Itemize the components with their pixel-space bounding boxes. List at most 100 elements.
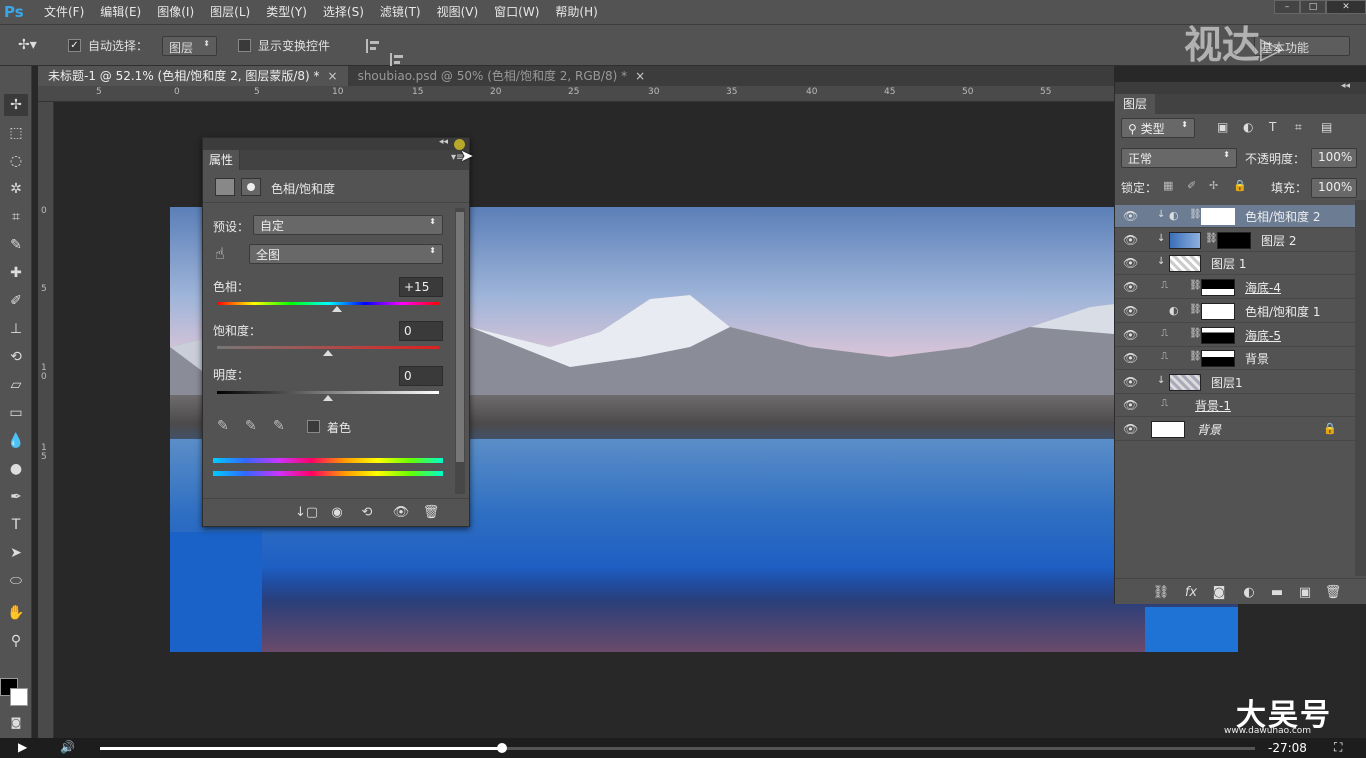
eyedropper-plus-icon[interactable]: ✎ — [245, 418, 257, 434]
lock-position-icon[interactable]: ✢ — [1209, 179, 1218, 192]
panel-titlebar[interactable]: ◂◂ — [203, 137, 469, 150]
mask-icon[interactable] — [241, 178, 261, 196]
adjustment-icon[interactable] — [215, 178, 235, 196]
lightness-slider[interactable] — [217, 391, 439, 394]
hand-tool-icon[interactable]: ✋ — [4, 602, 28, 624]
menu-help[interactable]: 帮助(H) — [547, 0, 605, 24]
layer-style-fx-icon[interactable]: fx — [1181, 585, 1201, 601]
new-group-folder-icon[interactable]: ▬ — [1267, 585, 1287, 601]
auto-select-dropdown[interactable]: 图层 ⬍ — [162, 36, 217, 56]
mask-thumbnail[interactable] — [1201, 279, 1235, 296]
targeted-adjust-hand-icon[interactable]: ☝ — [215, 244, 225, 263]
path-selection-tool-icon[interactable]: ➤ — [4, 542, 28, 564]
visibility-eye-icon[interactable]: 👁 — [1123, 234, 1139, 246]
play-icon[interactable]: ▶ — [18, 740, 27, 754]
layers-tab[interactable]: 图层 — [1115, 94, 1156, 114]
magic-wand-tool-icon[interactable]: ✲ — [4, 178, 28, 200]
eraser-tool-icon[interactable]: ▱ — [4, 374, 28, 396]
show-transform-checkbox[interactable] — [238, 38, 251, 52]
lock-transparent-icon[interactable]: ▦ — [1163, 179, 1173, 192]
filter-shape-icon[interactable]: ⌗ — [1295, 120, 1302, 135]
mask-thumbnail[interactable] — [1201, 350, 1235, 367]
move-tool-icon[interactable]: ✢ — [4, 94, 28, 116]
layer-name[interactable]: 图层 1 — [1211, 255, 1246, 272]
visibility-eye-icon[interactable]: 👁 — [391, 505, 411, 521]
dodge-tool-icon[interactable]: ● — [4, 458, 28, 480]
clip-to-layer-icon[interactable]: ↓▢ — [295, 505, 318, 521]
hue-slider-knob[interactable] — [332, 306, 343, 312]
visibility-eye-icon[interactable]: 👁 — [1123, 423, 1139, 435]
doc-tab-shoubiao[interactable]: shoubiao.psd @ 50% (色相/饱和度 2, RGB/8) * × — [348, 66, 656, 86]
link-layers-icon[interactable]: ⛓ — [1151, 585, 1171, 601]
clone-stamp-tool-icon[interactable]: ⊥ — [4, 318, 28, 340]
move-tool-icon[interactable]: ✢▾ — [18, 37, 37, 53]
menu-edit[interactable]: 编辑(E) — [92, 0, 149, 24]
auto-select-checkbox[interactable]: ✓ — [68, 38, 81, 52]
marquee-tool-icon[interactable]: ⬚ — [4, 122, 28, 144]
collapse-icon[interactable]: ◂◂ — [439, 137, 448, 147]
visibility-eye-icon[interactable]: 👁 — [1123, 210, 1139, 222]
mask-thumbnail[interactable] — [1217, 232, 1251, 249]
visibility-eye-icon[interactable]: 👁 — [1123, 399, 1139, 411]
minimize-button[interactable]: – — [1274, 0, 1300, 14]
background-color-swatch[interactable] — [10, 688, 28, 706]
volume-icon[interactable]: 🔊 — [60, 740, 75, 754]
layer-row[interactable]: 👁 ⎍ ⛓ 海底-4 — [1115, 276, 1355, 299]
lock-all-icon[interactable]: 🔒 — [1233, 179, 1247, 192]
align-top-icon[interactable] — [366, 39, 382, 53]
saturation-value-input[interactable]: 0 — [399, 321, 443, 341]
colorize-checkbox[interactable] — [307, 420, 320, 433]
layer-name[interactable]: 背景 — [1197, 421, 1221, 438]
layer-name[interactable]: 图层1 — [1211, 374, 1243, 391]
shape-tool-icon[interactable]: ⬭ — [4, 570, 28, 592]
range-dropdown[interactable]: 全图 ⬍ — [249, 244, 443, 264]
mask-thumbnail[interactable] — [1201, 327, 1235, 344]
filter-pixel-icon[interactable]: ▣ — [1217, 120, 1228, 134]
layer-row[interactable]: 👁 ◐ ⛓ 色相/饱和度 1 — [1115, 300, 1355, 323]
panel-titlebar[interactable]: ◂◂ — [1115, 81, 1366, 94]
view-previous-icon[interactable]: ◉ — [327, 505, 347, 521]
layer-name[interactable]: 色相/饱和度 1 — [1245, 303, 1321, 320]
progress-knob[interactable] — [496, 743, 507, 753]
visibility-eye-icon[interactable]: 👁 — [1123, 329, 1139, 341]
saturation-slider[interactable] — [217, 346, 439, 349]
chain-link-icon[interactable]: ⛓ — [1189, 351, 1202, 362]
blend-mode-dropdown[interactable]: 正常 ⬍ — [1121, 148, 1237, 168]
layer-name[interactable]: 色相/饱和度 2 — [1245, 208, 1321, 225]
reset-icon[interactable]: ⟲ — [357, 505, 377, 521]
lasso-tool-icon[interactable]: ◌ — [4, 150, 28, 172]
brush-tool-icon[interactable]: ✐ — [4, 290, 28, 312]
lock-pixels-icon[interactable]: ✐ — [1187, 179, 1196, 192]
add-mask-icon[interactable]: ◙ — [1209, 585, 1229, 601]
preset-dropdown[interactable]: 自定 ⬍ — [253, 215, 443, 235]
layer-row[interactable]: 👁 ↓ ◐ ⛓ 色相/饱和度 2 — [1115, 205, 1355, 228]
menu-file[interactable]: 文件(F) — [36, 0, 92, 24]
gradient-tool-icon[interactable]: ▭ — [4, 402, 28, 424]
chain-link-icon[interactable]: ⛓ — [1189, 304, 1202, 315]
visibility-eye-icon[interactable]: 👁 — [1123, 281, 1139, 293]
chain-link-icon[interactable]: ⛓ — [1189, 209, 1202, 220]
layers-scrollbar[interactable] — [1355, 200, 1366, 576]
close-button[interactable]: ✕ — [1326, 0, 1366, 14]
filter-smart-object-icon[interactable]: ▤ — [1321, 120, 1332, 134]
chain-link-icon[interactable]: ⛓ — [1189, 328, 1202, 339]
zoom-tool-icon[interactable]: ⚲ — [4, 630, 28, 652]
hue-value-input[interactable]: +15 — [399, 277, 443, 297]
menu-type[interactable]: 类型(Y) — [258, 0, 315, 24]
mask-thumbnail[interactable] — [1201, 208, 1235, 225]
close-tab-icon[interactable]: × — [635, 69, 645, 83]
chain-link-icon[interactable]: ⛓ — [1205, 233, 1218, 244]
layer-row[interactable]: 👁 ↓ 图层1 — [1115, 371, 1355, 394]
panel-scrollbar[interactable] — [455, 208, 465, 494]
layer-row[interactable]: 👁 ↓ 图层 1 — [1115, 252, 1355, 275]
new-layer-icon[interactable]: ▣ — [1295, 585, 1315, 601]
menu-select[interactable]: 选择(S) — [315, 0, 372, 24]
layer-row[interactable]: 👁 背景 🔒 — [1115, 418, 1355, 441]
properties-tab[interactable]: 属性 — [203, 150, 241, 170]
lightness-slider-knob[interactable] — [323, 395, 333, 401]
quick-mask-icon[interactable]: ◙ — [4, 712, 28, 734]
layer-row[interactable]: 👁 ↓ ⛓ 图层 2 — [1115, 229, 1355, 252]
delete-layer-trash-icon[interactable]: 🗑 — [1323, 585, 1343, 601]
maximize-button[interactable]: □ — [1300, 0, 1326, 14]
layer-name[interactable]: 背景-1 — [1195, 397, 1231, 414]
